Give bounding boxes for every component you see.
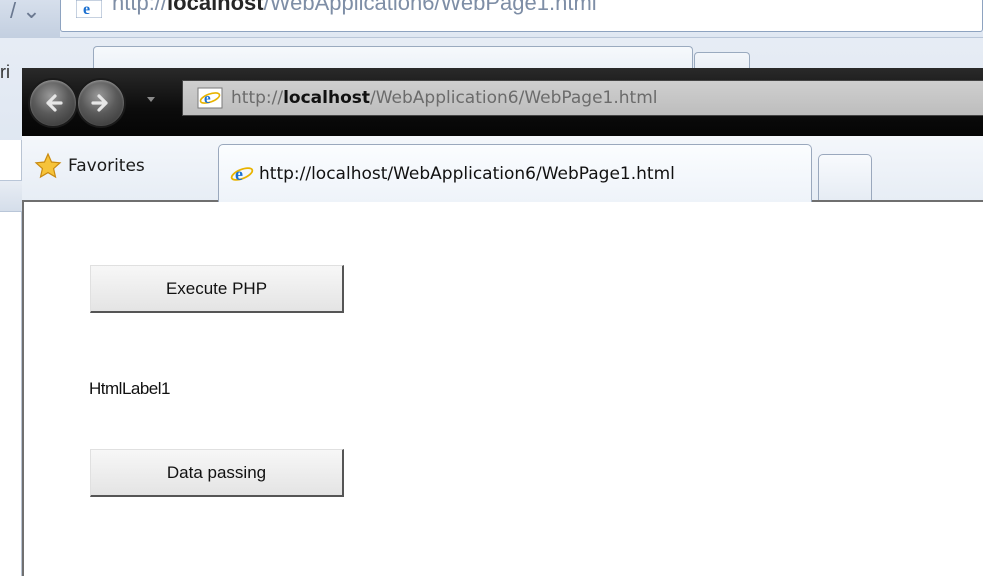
data-passing-button[interactable]: Data passing	[90, 449, 344, 497]
forward-button[interactable]	[76, 78, 126, 128]
ie-logo-icon: e	[230, 164, 254, 184]
tab-title: http://localhost/WebApplication6/WebPage…	[259, 163, 675, 184]
background-nav-fragment: / ⌄	[10, 0, 41, 23]
background-side-tab	[0, 180, 22, 212]
favorites-button[interactable]: Favorites	[34, 148, 145, 184]
new-tab-button[interactable]	[818, 154, 872, 200]
forward-arrow-icon	[91, 94, 108, 112]
background-favorites-fragment: ri	[0, 62, 10, 82]
background-window-left-edge	[0, 140, 22, 576]
ie-logo-icon: e	[197, 87, 223, 109]
tab-active-page[interactable]: e http://localhost/WebApplication6/WebPa…	[218, 144, 812, 202]
navigation-toolbar: e http://localhost/WebApplication6/WebPa…	[22, 68, 983, 136]
html-label: HtmlLabel1	[89, 379, 171, 398]
svg-text:e: e	[235, 164, 243, 184]
address-bar[interactable]: e http://localhost/WebApplication6/WebPa…	[182, 80, 983, 116]
chevron-down-icon[interactable]	[144, 92, 158, 106]
back-button[interactable]	[28, 78, 78, 128]
back-arrow-icon	[46, 94, 63, 112]
background-url-text: http://localhost/WebApplication6/WebPage…	[112, 0, 597, 15]
execute-php-button[interactable]: Execute PHP	[90, 265, 344, 313]
ie-logo-icon: e	[76, 0, 102, 18]
svg-text:e: e	[83, 1, 90, 18]
star-icon	[34, 152, 62, 179]
nav-button-cluster	[28, 74, 138, 130]
page-content: Execute PHP HtmlLabel1 Data passing	[22, 202, 983, 576]
tab-bar: Favorites e http://localhost/WebApplicat…	[22, 136, 983, 202]
address-url-text: http://localhost/WebApplication6/WebPage…	[231, 88, 658, 108]
favorites-label: Favorites	[68, 156, 145, 176]
background-nav-edge: / ⌄	[0, 0, 60, 38]
svg-text:e: e	[204, 91, 211, 107]
browser-window: e http://localhost/WebApplication6/WebPa…	[22, 68, 983, 576]
background-address-bar: / ⌄ e http://localhost/WebApplication6/W…	[0, 0, 983, 38]
